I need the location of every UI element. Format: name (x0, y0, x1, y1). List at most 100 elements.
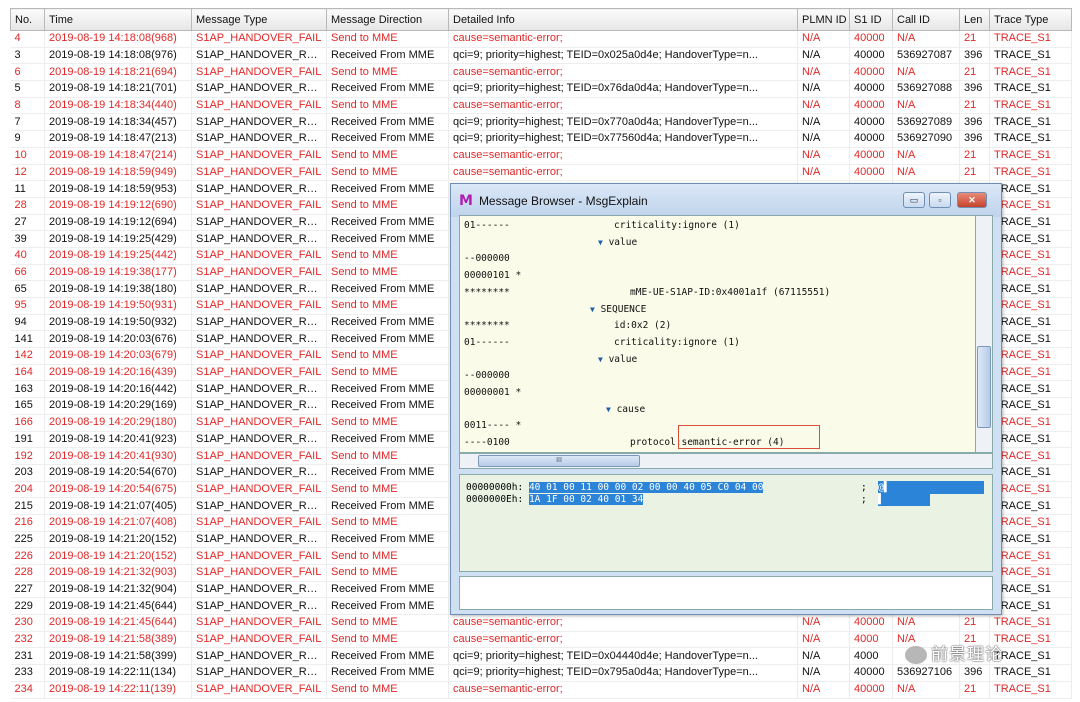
table-cell: S1AP_HANDOVER_REQ (191, 380, 327, 399)
table-cell: cause=semantic-error; (448, 30, 798, 48)
table-row[interactable]: 233 2019-08-19 14:22:11(134) S1AP_HANDOVER… (10, 664, 1072, 682)
table-row[interactable]: 8 2019-08-19 14:18:34(440) S1AP_HANDOVER_F… (10, 97, 1072, 115)
column-header[interactable]: Time (44, 8, 192, 31)
table-cell: S1AP_HANDOVER_FAIL (191, 414, 327, 432)
column-header[interactable]: No. (10, 8, 45, 31)
table-cell: Send to MME (326, 447, 449, 465)
bit-pattern: --000000 (464, 370, 510, 382)
tree-row[interactable]: ----0100 protocol:semantic-error (4) (464, 435, 784, 451)
table-cell: S1AP_HANDOVER_FAIL (191, 364, 327, 382)
tree-row[interactable]: --000000 (464, 368, 584, 384)
table-row[interactable]: 3 2019-08-19 14:18:08(976) S1AP_HANDOVER_R… (10, 47, 1072, 65)
table-cell: 40000 (849, 681, 893, 699)
table-cell: Received From MME (326, 497, 449, 515)
detail-text-panel[interactable] (459, 576, 993, 610)
column-header[interactable]: Detailed Info (448, 8, 798, 31)
table-cell: N/A (892, 164, 960, 182)
hex-dump-panel[interactable]: 00000000h: 40 01 00 11 00 00 02 00 00 40… (459, 474, 993, 572)
hex-ascii: ▌ (878, 493, 930, 506)
scroll-thumb[interactable] (977, 346, 991, 428)
table-cell: cause=semantic-error; (448, 147, 798, 165)
table-cell: N/A (797, 80, 850, 98)
table-cell: Received From MME (326, 47, 449, 65)
bit-pattern: ******** (464, 320, 510, 332)
tree-row[interactable]: 00000001 * (464, 385, 584, 401)
table-cell: 192 (10, 447, 45, 465)
column-header[interactable]: PLMN ID (797, 8, 850, 31)
table-cell: Send to MME (326, 414, 449, 432)
scroll-thumb[interactable]: III (478, 455, 640, 467)
tree-row[interactable]: ******** id:0x2 (2) (464, 318, 671, 334)
table-row[interactable]: 9 2019-08-19 14:18:47(213) S1AP_HANDOVER_R… (10, 130, 1072, 148)
table-row[interactable]: 6 2019-08-19 14:18:21(694) S1AP_HANDOVER_F… (10, 63, 1072, 82)
tree-row[interactable]: 0011---- * (464, 418, 584, 434)
tree-row[interactable]: --000000 (464, 251, 584, 267)
table-cell: 40 (10, 247, 45, 265)
tree-row[interactable]: 00000101 * (464, 268, 584, 284)
message-browser-window[interactable]: M Message Browser - MsgExplain ▭ ▫ ✕ 01-… (450, 183, 1002, 615)
table-cell: N/A (797, 664, 850, 682)
table-cell: TRACE_S1 (989, 113, 1072, 132)
table-cell: S1AP_HANDOVER_REQ (191, 47, 327, 65)
bit-pattern: ----0100 (464, 437, 510, 449)
column-header[interactable]: Trace Type (989, 8, 1072, 31)
table-cell: N/A (797, 30, 850, 48)
expand-toggle-icon[interactable]: ▼ (606, 405, 611, 414)
tree-row[interactable]: ▼ cause (464, 402, 645, 418)
hex-separator: ; (861, 494, 867, 505)
column-header[interactable]: S1 ID (849, 8, 893, 31)
horizontal-scrollbar[interactable]: III (459, 453, 993, 469)
table-row[interactable]: 7 2019-08-19 14:18:34(457) S1AP_HANDOVER_R… (10, 113, 1072, 132)
table-cell: cause=semantic-error; (448, 614, 798, 632)
tree-row[interactable]: ******** mME-UE-S1AP-ID:0x4001a1f (671155… (464, 285, 830, 301)
table-row[interactable]: 10 2019-08-19 14:18:47(214) S1AP_HANDOVER_… (10, 147, 1072, 165)
column-header[interactable]: Message Direction (326, 8, 449, 31)
table-cell: 216 (10, 514, 45, 532)
table-cell: 2019-08-19 14:18:08(968) (44, 30, 192, 48)
tree-row[interactable]: 01------ criticality:ignore (1) (464, 218, 740, 234)
table-row[interactable]: 4 2019-08-19 14:18:08(968) S1AP_HANDOVER_F… (10, 30, 1072, 48)
table-cell: cause=semantic-error; (448, 681, 798, 699)
table-cell: 234 (10, 681, 45, 699)
table-row[interactable]: 5 2019-08-19 14:18:21(701) S1AP_HANDOVER_R… (10, 80, 1072, 98)
column-header[interactable]: Message Type (191, 8, 327, 31)
bit-pattern: 00000001 * (464, 387, 522, 398)
tree-row[interactable]: ▼ value (464, 235, 637, 251)
table-cell: 165 (10, 397, 45, 415)
table-row[interactable]: 230 2019-08-19 14:21:45(644) S1AP_HANDOVER… (10, 614, 1072, 632)
hex-row[interactable]: 0000000Eh: 1A 1F 00 02 40 01 34; ▌ (466, 493, 930, 506)
close-button[interactable]: ✕ (957, 192, 987, 208)
table-cell: 230 (10, 614, 45, 632)
tree-node-label: value (608, 236, 638, 248)
restore-button[interactable]: ▫ (929, 192, 951, 208)
table-cell: 21 (959, 147, 990, 165)
expand-toggle-icon[interactable]: ▼ (590, 305, 595, 314)
table-cell: N/A (797, 631, 850, 649)
column-header[interactable]: Call ID (892, 8, 960, 31)
column-header[interactable]: Len (959, 8, 990, 31)
expand-toggle-icon[interactable]: ▼ (598, 355, 603, 364)
tree-row[interactable]: 01------ criticality:ignore (1) (464, 335, 740, 351)
hex-address: 0000000Eh: (466, 494, 524, 505)
table-cell: 4000 (849, 631, 893, 649)
vertical-scrollbar[interactable] (975, 215, 993, 453)
table-cell: Received From MME (326, 230, 449, 248)
table-cell: 2019-08-19 14:19:38(177) (44, 264, 192, 282)
tree-row[interactable]: ▼ value (464, 352, 637, 368)
expand-toggle-icon[interactable]: ▼ (598, 238, 603, 247)
minimize-button[interactable]: ▭ (903, 192, 925, 208)
table-row[interactable]: 234 2019-08-19 14:22:11(139) S1AP_HANDOVER… (10, 681, 1072, 699)
table-cell: Received From MME (326, 597, 449, 616)
decode-tree-panel[interactable]: 01------ criticality:ignore (1) ▼ value --0… (459, 215, 985, 453)
hex-bytes: 40 01 00 11 00 00 02 00 00 40 05 C0 04 0… (528, 482, 764, 493)
table-cell: Send to MME (326, 481, 449, 499)
tree-row[interactable]: ▼ SEQUENCE (464, 302, 646, 318)
table-cell: 2019-08-19 14:20:29(180) (44, 414, 192, 432)
table-cell: S1AP_HANDOVER_FAIL (191, 447, 327, 465)
table-cell: 396 (959, 47, 990, 65)
table-cell: N/A (892, 63, 960, 82)
table-cell: 2019-08-19 14:19:25(429) (44, 230, 192, 248)
table-cell: 231 (10, 647, 45, 666)
table-row[interactable]: 12 2019-08-19 14:18:59(949) S1AP_HANDOVER_… (10, 164, 1072, 182)
table-cell: 66 (10, 264, 45, 282)
